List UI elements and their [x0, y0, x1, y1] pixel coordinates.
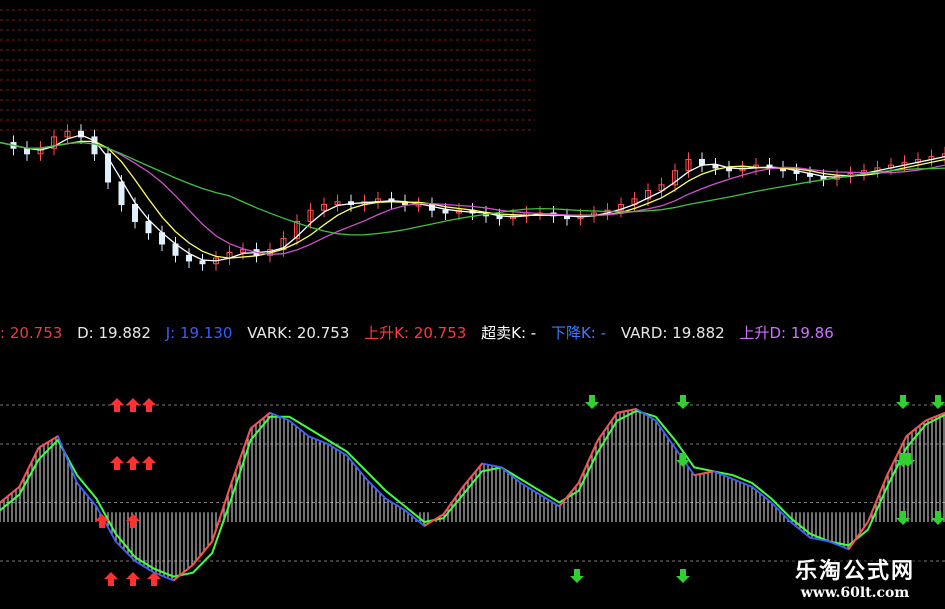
candle-body — [145, 220, 152, 234]
candle-body — [118, 181, 125, 206]
candle-body — [132, 204, 138, 222]
indicator-readout-bar: : 20.753 D: 19.882 J: 19.130 VARK: 20.75… — [0, 322, 945, 344]
indicator-k-value: : 20.753 — [0, 324, 63, 342]
indicator-rising-d-value: 上升D: 19.86 — [739, 324, 834, 342]
indicator-d-value: D: 19.882 — [77, 324, 151, 342]
watermark-title: 乐淘公式网 — [794, 559, 915, 584]
indicator-vark-value: VARK: 20.753 — [247, 324, 350, 342]
indicator-falling-k-value: 下降K: - — [550, 324, 607, 342]
watermark-url: www.60lt.com — [800, 585, 910, 601]
candle-body — [442, 209, 449, 214]
indicator-rising-k-value: 上升K: 20.753 — [364, 324, 467, 342]
candle-body — [712, 164, 719, 169]
candle-body — [199, 260, 206, 265]
stock-chart — [0, 0, 945, 609]
candle-body — [699, 158, 705, 166]
site-watermark: 乐淘公式网 www.60lt.com — [786, 551, 923, 603]
candle-body — [186, 254, 192, 262]
indicator-vard-value: VARD: 19.882 — [620, 324, 725, 342]
indicator-oversold-k-value: 超卖K: - — [481, 324, 537, 342]
indicator-j-value: J: 19.130 — [165, 324, 233, 342]
